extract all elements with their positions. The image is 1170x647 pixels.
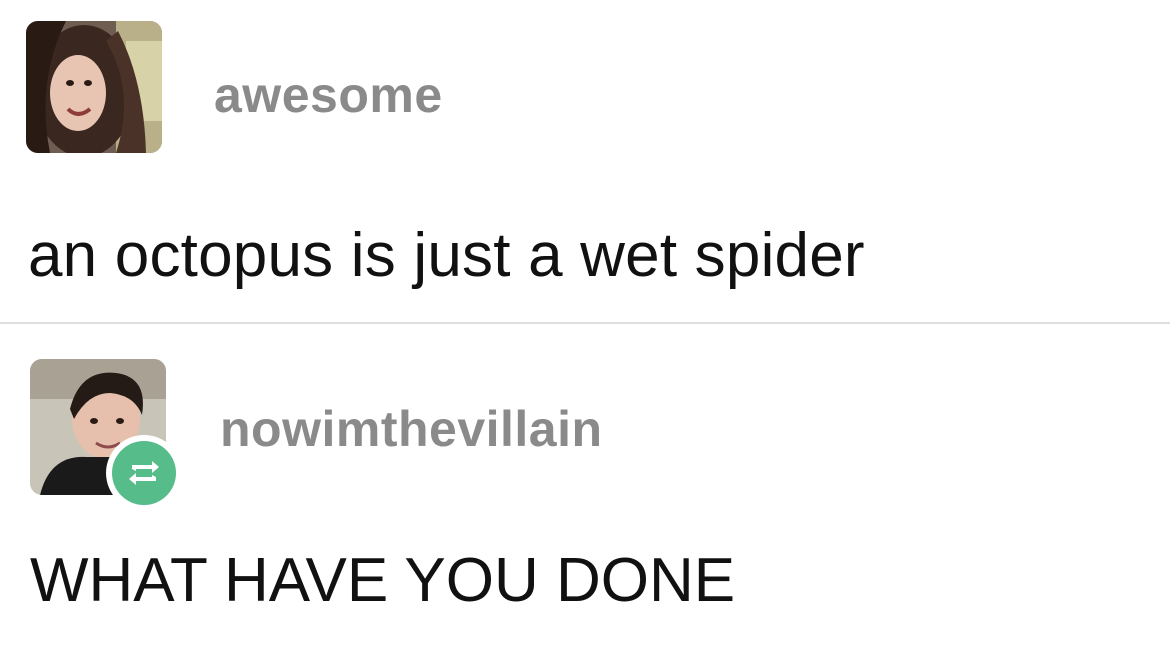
post-text: WHAT HAVE YOU DONE xyxy=(30,546,736,615)
username[interactable]: awesome xyxy=(214,66,443,124)
reblog-badge xyxy=(106,435,182,511)
username[interactable]: nowimthevillain xyxy=(220,400,603,458)
user-avatar-photo-icon xyxy=(26,21,162,153)
divider xyxy=(0,322,1170,324)
post-text: an octopus is just a wet spider xyxy=(28,221,865,290)
reblog-icon xyxy=(129,461,159,485)
post-original: awesome an octopus is just a wet spider xyxy=(0,0,1170,324)
avatar[interactable] xyxy=(26,21,162,153)
